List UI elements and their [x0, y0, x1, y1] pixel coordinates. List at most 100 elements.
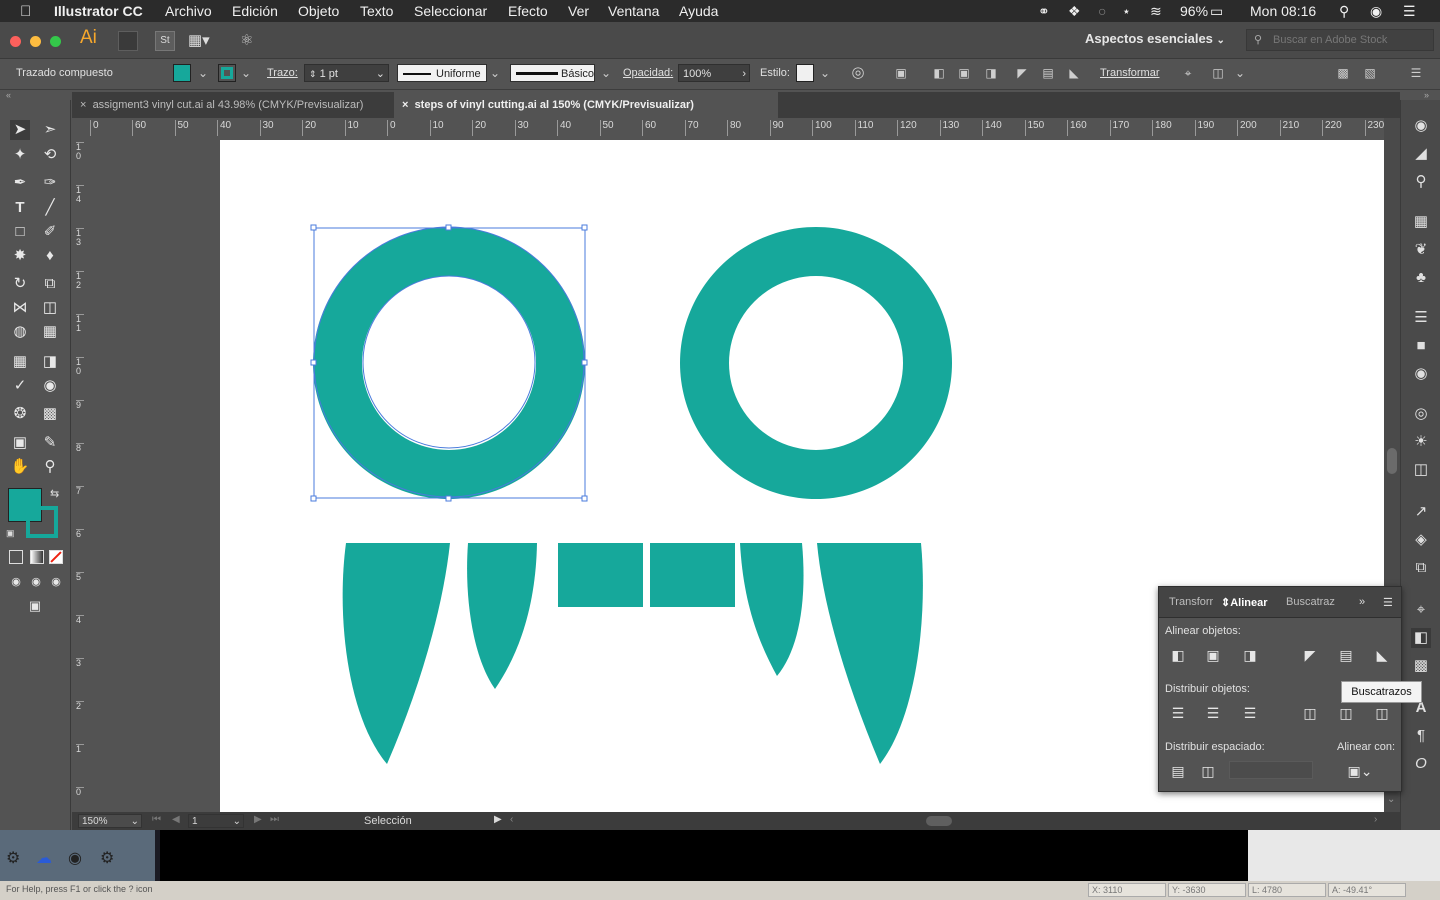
zoom-field[interactable]: 150% ⌄ [78, 814, 142, 828]
distribute-right-icon[interactable]: ◫ [1373, 704, 1391, 722]
menu-texto[interactable]: Texto [360, 3, 393, 19]
creative-cloud-icon[interactable]: ⚭ [1038, 3, 1050, 20]
close-window-button[interactable] [10, 36, 21, 47]
gear-icon[interactable]: ⚙ [100, 848, 114, 868]
close-icon[interactable]: × [402, 99, 408, 111]
pathfinder-icon[interactable]: ▩ [1411, 656, 1431, 676]
pen-tool-icon[interactable]: ✒ [10, 173, 30, 193]
align-bottom-icon[interactable]: ◣ [1373, 646, 1391, 664]
opacity-field[interactable]: 100% › [678, 64, 750, 82]
stroke-weight-field[interactable]: ⇕ 1 pt ⌄ [304, 64, 389, 82]
navigator-icon[interactable]: ⚲ [1411, 172, 1431, 192]
cloud-icon[interactable]: ☁ [36, 848, 52, 868]
export-icon[interactable]: ↗ [1411, 502, 1431, 522]
symbol-sprayer-tool-icon[interactable]: ❂ [10, 404, 30, 424]
align-top-icon[interactable]: ◤ [1014, 65, 1030, 81]
default-colors-icon[interactable]: ▣ [6, 528, 15, 539]
chevron-down-icon[interactable]: ⌄ [233, 815, 241, 828]
width-tool-icon[interactable]: ⋈ [10, 298, 30, 318]
align-top-icon[interactable]: ◤ [1301, 646, 1319, 664]
distribute-left-icon[interactable]: ◫ [1301, 704, 1319, 722]
stroke-swatch[interactable] [218, 64, 236, 82]
close-icon[interactable]: × [80, 99, 86, 111]
distribute-hcenter-icon[interactable]: ◫ [1337, 704, 1355, 722]
artboard-tool-icon[interactable]: ▣ [10, 433, 30, 453]
asset-export-icon[interactable]: ◫ [1411, 460, 1431, 480]
fill-swatch[interactable] [173, 64, 191, 82]
chevron-down-icon[interactable]: ⌄ [1232, 65, 1248, 81]
bluetooth-icon[interactable]: ⋆ [1122, 3, 1131, 20]
expand-icon[interactable]: ▧ [1362, 65, 1378, 81]
chevron-down-icon[interactable]: ⌄ [487, 65, 503, 81]
none-mode-icon[interactable] [49, 550, 63, 564]
prev-artboard-icon[interactable]: ◀ [172, 814, 180, 825]
status-icon[interactable]: ○ [1098, 3, 1106, 19]
spacing-field[interactable] [1229, 761, 1313, 779]
draw-normal-icon[interactable]: ◉ [6, 572, 26, 592]
workspace-switcher[interactable]: Aspectos esenciales ⌄ [1085, 31, 1225, 46]
distribute-top-icon[interactable]: ☰ [1169, 704, 1187, 722]
free-transform-tool-icon[interactable]: ◫ [40, 298, 60, 318]
panel-menu-icon[interactable]: ☰ [1408, 65, 1424, 81]
stepper-icon[interactable]: ⇕ [309, 69, 317, 79]
align-panel-icon[interactable]: ◧ [1411, 628, 1431, 648]
fill-dropdown-icon[interactable]: ⌄ [195, 65, 211, 81]
bridge-icon[interactable] [118, 31, 138, 51]
first-artboard-icon[interactable]: ⏮ [152, 814, 161, 825]
collapse-right-icon[interactable]: » [1424, 90, 1429, 100]
gradient-panel-icon[interactable]: ■ [1411, 336, 1431, 356]
eyedropper-tool-icon[interactable]: ✓ [10, 376, 30, 396]
mesh-tool-icon[interactable]: ▦ [10, 352, 30, 372]
symbols-icon[interactable]: ♣ [1411, 268, 1431, 288]
gradient-mode-icon[interactable] [30, 550, 44, 564]
lasso-tool-icon[interactable]: ⟲ [40, 145, 60, 165]
timeline-area[interactable] [160, 830, 1248, 881]
menu-edicion[interactable]: Edición [232, 3, 278, 19]
tab-pathfinder[interactable]: Buscatraz [1286, 596, 1335, 608]
appearance-icon[interactable]: ◎ [1411, 404, 1431, 424]
align-hcenter-icon[interactable]: ▣ [1204, 646, 1222, 664]
last-artboard-icon[interactable]: ⏭ [270, 814, 279, 825]
clock[interactable]: Mon 08:16 [1250, 3, 1316, 19]
selection-tool-icon[interactable]: ➤ [10, 120, 30, 140]
minimize-window-button[interactable] [30, 36, 41, 47]
stroke-label[interactable]: Trazo: [267, 67, 298, 79]
align-right-icon[interactable]: ◨ [1241, 646, 1259, 664]
align-left-icon[interactable]: ◧ [1169, 646, 1187, 664]
next-artboard-icon[interactable]: ▶ [254, 814, 262, 825]
zoom-tool-icon[interactable]: ⚲ [40, 457, 60, 477]
search-input[interactable]: Buscar en Adobe Stock [1273, 34, 1387, 46]
stock-search[interactable]: ⚲ Buscar en Adobe Stock [1246, 29, 1434, 51]
graph-tool-icon[interactable]: ▩ [40, 404, 60, 424]
machine-icon[interactable]: ⚙ [6, 848, 20, 868]
swatches-icon[interactable]: ▦ [1411, 212, 1431, 232]
chevron-down-icon[interactable]: ⌄ [131, 815, 139, 828]
menu-ventana[interactable]: Ventana [608, 3, 659, 19]
dropbox-icon[interactable]: ❖ [1068, 3, 1081, 20]
menu-ayuda[interactable]: Ayuda [679, 3, 718, 19]
align-left-icon[interactable]: ◧ [931, 65, 947, 81]
menu-efecto[interactable]: Efecto [508, 3, 548, 19]
brushes-icon[interactable]: ❦ [1411, 240, 1431, 260]
menu-ver[interactable]: Ver [568, 3, 589, 19]
paintbrush-tool-icon[interactable]: ✐ [40, 222, 60, 242]
distribute-vcenter-icon[interactable]: ☰ [1204, 704, 1222, 722]
gradient-tool-icon[interactable]: ◨ [40, 352, 60, 372]
perspective-grid-tool-icon[interactable]: ▦ [40, 322, 60, 342]
graphic-style-swatch[interactable] [796, 64, 814, 82]
front-tooth-left[interactable] [558, 543, 643, 607]
more-tabs-icon[interactable]: » [1359, 596, 1365, 608]
rectangle-tool-icon[interactable]: □ [10, 222, 30, 242]
scale-tool-icon[interactable]: ⧉ [40, 274, 60, 294]
artboard-field[interactable]: 1 ⌄ [188, 814, 244, 828]
tab-align[interactable]: ⇕Alinear [1221, 596, 1268, 609]
notification-center-icon[interactable]: ☰ [1403, 3, 1416, 20]
draw-inside-icon[interactable]: ◉ [46, 572, 66, 592]
apple-icon[interactable]:  [20, 3, 31, 20]
slice-tool-icon[interactable]: ✎ [40, 433, 60, 453]
status-menu-icon[interactable]: ▶ [494, 814, 502, 825]
shaper-tool-icon[interactable]: ✸ [10, 246, 30, 266]
distribute-bottom-icon[interactable]: ☰ [1241, 704, 1259, 722]
hand-tool-icon[interactable]: ✋ [10, 457, 30, 477]
align-to-selection-icon[interactable]: ▣⌄ [1345, 762, 1375, 780]
